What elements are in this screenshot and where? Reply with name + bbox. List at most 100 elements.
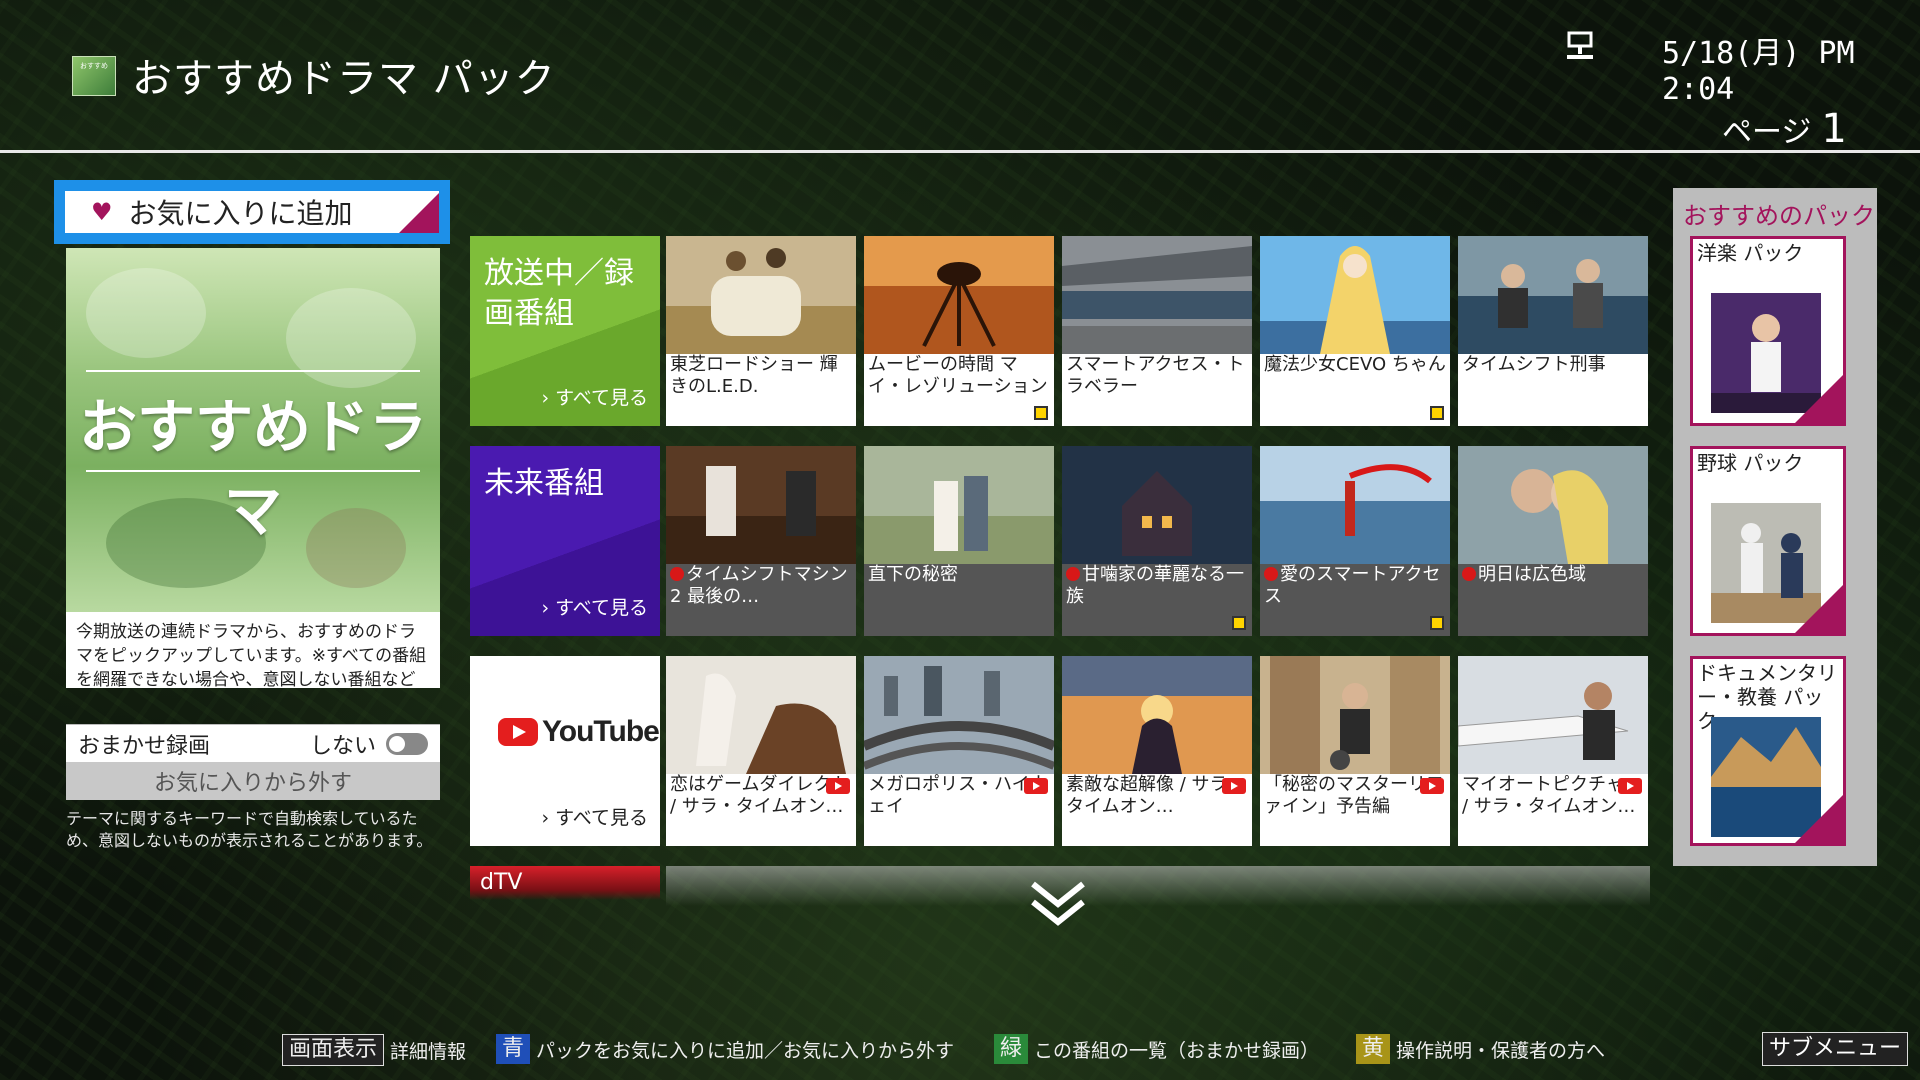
program-title: 愛のスマートアクセス <box>1264 564 1441 607</box>
category-label: 放送中／録画番組 <box>484 256 634 331</box>
auto-record-label: おまかせ録画 <box>78 733 211 759</box>
program-thumbnail <box>666 446 856 564</box>
program-tile[interactable]: タイムシフト刑事 <box>1458 236 1648 426</box>
badge-icon <box>1430 406 1444 420</box>
video-thumbnail <box>864 656 1054 774</box>
program-thumbnail <box>666 236 856 354</box>
video-tile[interactable]: 素敵な超解像 / サラ・タイムオン… <box>1062 656 1252 846</box>
pack-documentary[interactable]: ドキュメンタリー・教養 パック <box>1690 656 1846 846</box>
display-key: 画面表示 <box>282 1034 385 1066</box>
youtube-icon <box>1024 778 1048 794</box>
recommended-packs-title: おすすめのパック <box>1683 202 1875 230</box>
category-youtube[interactable]: YouTube › すべて見る <box>470 656 660 846</box>
program-title: 直下の秘密 <box>868 564 958 585</box>
page-title: おすすめドラマ パック <box>132 56 556 102</box>
remove-favorite-button[interactable]: お気に入りから外す <box>66 762 440 800</box>
heart-icon: ♥ <box>91 198 113 226</box>
youtube-icon <box>1222 778 1246 794</box>
green-key: 緑 <box>994 1034 1029 1064</box>
feature-title: おすすめドラマ <box>78 393 427 545</box>
pack-western-music[interactable]: 洋楽 パック <box>1690 236 1846 426</box>
program-thumbnail <box>1260 236 1450 354</box>
add-favorite-button[interactable]: ♥ お気に入りに追加 <box>54 180 450 244</box>
display-key-label: 詳細情報 <box>390 1040 467 1063</box>
program-tile[interactable]: 愛のスマートアクセス <box>1260 446 1450 636</box>
pack-baseball[interactable]: 野球 パック <box>1690 446 1846 636</box>
add-favorite-label: お気に入りに追加 <box>128 197 353 230</box>
video-title: 恋はゲームダイレクト / サラ・タイムオン… <box>670 774 850 817</box>
green-key-hint[interactable]: 緑この番組の一覧（おまかせ録画） <box>994 1034 1319 1064</box>
program-title: スマートアクセス・トラベラー <box>1066 354 1245 397</box>
pack-label: 野球 パック <box>1697 451 1804 475</box>
program-title: 魔法少女CEVO ちゃん <box>1264 354 1446 375</box>
corner-accent <box>1795 585 1843 633</box>
program-tile[interactable]: ムービーの時間 マイ・レゾリューション <box>864 236 1054 426</box>
program-tile[interactable]: 甘噛家の華麗なる一族 <box>1062 446 1252 636</box>
program-thumbnail <box>1062 446 1252 564</box>
program-tile[interactable]: 明日は広色域 <box>1458 446 1648 636</box>
auto-record-toggle[interactable] <box>386 732 428 755</box>
video-title: 「秘密のマスターリファイン」予告編 <box>1264 774 1444 817</box>
category-broadcast-recorded[interactable]: 放送中／録画番組 › すべて見る <box>470 236 660 426</box>
video-tile[interactable]: 「秘密のマスターリファイン」予告編 <box>1260 656 1450 846</box>
program-thumbnail <box>1062 236 1252 354</box>
green-key-label: この番組の一覧（おまかせ録画） <box>1034 1039 1320 1062</box>
feature-rule <box>86 470 420 472</box>
video-tile[interactable]: メガロポリス・ハイウェイ <box>864 656 1054 846</box>
program-tile[interactable]: 東芝ロードショー 輝きのL.E.D. <box>666 236 856 426</box>
faded-tile-row <box>666 866 1650 906</box>
auto-record-value: しない <box>309 733 376 759</box>
blue-key-label: パックをお気に入りに追加／お気に入りから外す <box>536 1039 955 1062</box>
see-all-link[interactable]: › すべて見る <box>541 588 648 628</box>
youtube-icon <box>826 778 850 794</box>
video-tile[interactable]: マイオートピクチャー / サラ・タイムオン… <box>1458 656 1648 846</box>
youtube-icon <box>1618 778 1642 794</box>
recording-icon <box>1462 567 1476 581</box>
page-number: 1 <box>1821 106 1847 152</box>
video-title: 素敵な超解像 / サラ・タイムオン… <box>1066 774 1246 817</box>
app-logo: おすすめ <box>72 56 116 96</box>
program-tile[interactable]: スマートアクセス・トラベラー <box>1062 236 1252 426</box>
pack-description: 今期放送の連続ドラマから、おすすめのドラマをピックアップしています。※すべての番… <box>66 612 440 688</box>
video-tile[interactable]: 恋はゲームダイレクト / サラ・タイムオン… <box>666 656 856 846</box>
page-indicator: ページ 1 <box>1722 106 1847 152</box>
corner-accent <box>1795 795 1843 843</box>
yellow-key-hint[interactable]: 黄操作説明・保護者の方へ <box>1356 1034 1605 1064</box>
recording-icon <box>1066 567 1080 581</box>
youtube-logo: YouTube <box>498 712 660 752</box>
program-tile[interactable]: タイムシフトマシン2 最後の… <box>666 446 856 636</box>
program-thumbnail <box>1260 446 1450 564</box>
recording-icon <box>670 567 684 581</box>
video-thumbnail <box>1458 656 1648 774</box>
program-title: 東芝ロードショー 輝きのL.E.D. <box>670 354 838 397</box>
video-thumbnail <box>666 656 856 774</box>
category-dtv[interactable]: dTV <box>470 866 660 900</box>
see-all-link[interactable]: › すべて見る <box>541 798 648 838</box>
program-title: 明日は広色域 <box>1462 564 1644 586</box>
chevron-double-down-icon[interactable] <box>1027 880 1089 928</box>
program-title: ムービーの時間 マイ・レゾリューション <box>868 354 1048 397</box>
auto-record-toggle-row[interactable]: おまかせ録画 しない <box>66 724 440 762</box>
corner-accent <box>1795 375 1843 423</box>
program-thumbnail <box>1458 446 1648 564</box>
header-divider <box>0 150 1920 153</box>
display-key-hint[interactable]: 画面表示 詳細情報 <box>282 1034 466 1066</box>
see-all-link[interactable]: › すべて見る <box>541 378 648 418</box>
program-title: タイムシフトマシン2 最後の… <box>670 564 848 607</box>
pack-label: 洋楽 パック <box>1697 241 1804 265</box>
submenu-button[interactable]: サブメニュー <box>1762 1032 1909 1066</box>
program-tile[interactable]: 魔法少女CEVO ちゃん <box>1260 236 1450 426</box>
video-thumbnail <box>1062 656 1252 774</box>
page-label: ページ <box>1722 115 1812 150</box>
corner-accent <box>399 193 439 233</box>
recording-icon <box>1264 567 1278 581</box>
feature-rule <box>86 370 420 372</box>
program-title: 甘噛家の華麗なる一族 <box>1066 564 1244 607</box>
yellow-key-label: 操作説明・保護者の方へ <box>1396 1039 1606 1062</box>
category-future-programs[interactable]: 未来番組 › すべて見る <box>470 446 660 636</box>
program-tile[interactable]: 直下の秘密 <box>864 446 1054 636</box>
category-label: 未来番組 <box>484 466 604 501</box>
blue-key: 青 <box>496 1034 531 1064</box>
blue-key-hint[interactable]: 青パックをお気に入りに追加／お気に入りから外す <box>496 1034 954 1064</box>
badge-icon <box>1034 406 1048 420</box>
